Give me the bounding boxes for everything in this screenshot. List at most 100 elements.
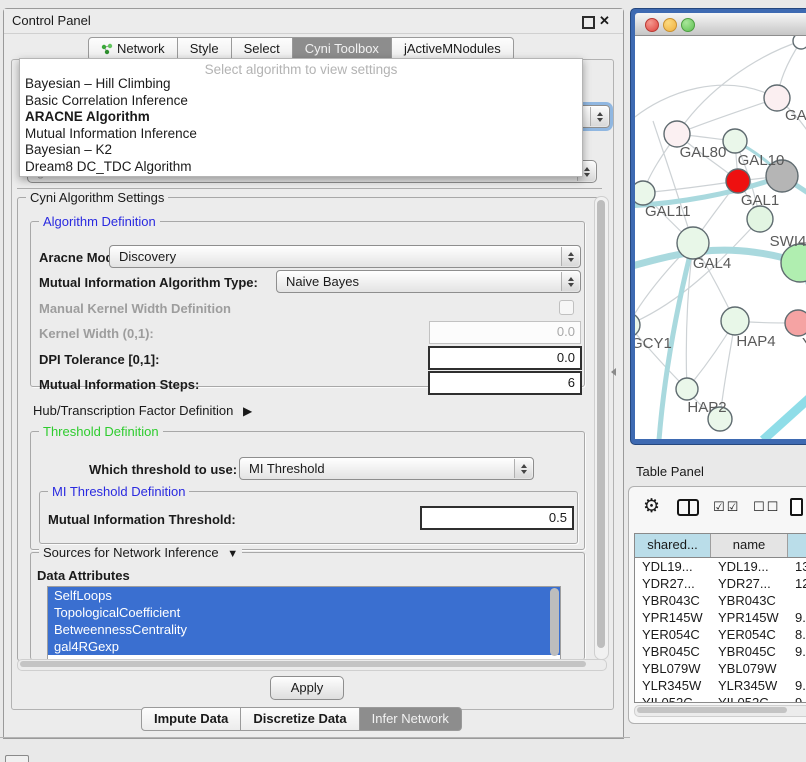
control-panel-titlebar[interactable]: Control Panel ✕: [4, 9, 623, 34]
dropdown-item[interactable]: Dream8 DC_TDC Algorithm: [20, 159, 582, 176]
which-threshold-label: Which threshold to use:: [89, 462, 237, 477]
threshold-definition-caption: Threshold Definition: [39, 424, 163, 439]
panel-resize-arrow[interactable]: [611, 368, 616, 376]
table-row[interactable]: YER054CYER054C8.: [635, 626, 806, 643]
close-icon[interactable]: ✕: [599, 13, 610, 29]
table-row[interactable]: YPR145WYPR145W9.: [635, 609, 806, 626]
list-item[interactable]: TopologicalCoefficient: [48, 604, 560, 621]
table-row[interactable]: YBR045CYBR045C9.: [635, 643, 806, 660]
unchecked-columns-icon[interactable]: ☐☐: [753, 500, 780, 515]
node-gal11[interactable]: [635, 181, 655, 205]
column-header-name[interactable]: name: [711, 534, 788, 557]
desktop: Control Panel ✕ Network Style Select Cyn…: [0, 0, 806, 762]
tab-infer-network[interactable]: Infer Network: [360, 707, 462, 731]
tab-jactivemnodules-label: jActiveMNodules: [404, 41, 501, 56]
sources-group: Sources for Network Inference ▼ Data Att…: [30, 552, 585, 660]
tab-impute-data[interactable]: Impute Data: [141, 707, 241, 731]
list-item[interactable]: gal4RGexp: [48, 638, 560, 655]
node-swi4[interactable]: [747, 206, 773, 232]
data-attributes-list[interactable]: SelfLoops TopologicalCoefficient Between…: [47, 586, 561, 660]
bottom-tabs: Impute Data Discretize Data Infer Networ…: [141, 707, 462, 731]
table-row[interactable]: YBL079WYBL079W: [635, 660, 806, 677]
tab-style-label: Style: [190, 41, 219, 56]
dropdown-item[interactable]: Basic Correlation Inference: [20, 93, 582, 110]
label-gal4: GAL4: [693, 255, 731, 272]
kernel-width-field[interactable]: 0.0: [429, 321, 581, 344]
expand-right-icon: ▶: [237, 404, 252, 418]
network-window-titlebar[interactable]: [635, 13, 806, 36]
table-row[interactable]: YLR345WYLR345W9.: [635, 677, 806, 694]
table-panel: ⚙ ☑☑ ☐☐ shared... name A YDL19...YDL19..…: [628, 486, 806, 724]
close-traffic-icon[interactable]: [645, 18, 659, 32]
gear-icon[interactable]: ⚙: [643, 495, 660, 517]
threshold-definition-group: Threshold Definition Which threshold to …: [30, 431, 585, 550]
aracne-mode-value: Discovery: [119, 249, 176, 264]
sources-caption[interactable]: Sources for Network Inference ▼: [39, 545, 242, 560]
column-header-shared-name[interactable]: shared...: [635, 534, 711, 557]
which-threshold-combo[interactable]: MI Threshold: [239, 457, 534, 480]
table-row[interactable]: YIL052CYIL052C9.: [635, 694, 806, 703]
manual-kernel-label: Manual Kernel Width Definition: [39, 301, 231, 316]
mi-type-combo[interactable]: Naive Bayes: [276, 270, 581, 293]
cyni-settings-caption: Cyni Algorithm Settings: [26, 190, 168, 205]
tab-discretize-data[interactable]: Discretize Data: [241, 707, 359, 731]
label-gal10: GAL10: [738, 152, 785, 169]
mi-threshold-group: MI Threshold Definition Mutual Informati…: [39, 491, 578, 544]
list-scrollbar[interactable]: [550, 588, 559, 656]
label-y: Y: [802, 335, 806, 352]
table-row[interactable]: YBR043CYBR043C: [635, 592, 806, 609]
mi-threshold-label: Mutual Information Threshold:: [48, 512, 236, 527]
apply-button-label: Apply: [291, 680, 324, 695]
cyni-algorithm-settings-group: Cyni Algorithm Settings Algorithm Defini…: [17, 197, 599, 661]
list-item[interactable]: BetweennessCentrality: [48, 621, 560, 638]
float-window-icon[interactable]: [582, 16, 595, 29]
aracne-mode-combo[interactable]: Discovery: [109, 245, 581, 268]
tab-network-label: Network: [117, 41, 165, 56]
zoom-traffic-icon[interactable]: [681, 18, 695, 32]
kernel-width-label: Kernel Width (0,1):: [39, 326, 154, 341]
label-gal80: GAL80: [680, 144, 727, 161]
node-hap2[interactable]: [676, 378, 698, 400]
dpi-tolerance-field[interactable]: 0.0: [428, 346, 582, 370]
node-gal1[interactable]: [726, 169, 750, 193]
group-divider: [17, 188, 602, 189]
node-gcy1[interactable]: [635, 313, 640, 337]
combo-stepper-icon: [514, 459, 532, 478]
mi-steps-field[interactable]: 6: [428, 371, 582, 395]
table-hscrollbar[interactable]: [634, 705, 806, 717]
dropdown-item[interactable]: Bayesian – Hill Climbing: [20, 76, 582, 93]
dropdown-item-selected[interactable]: ARACNE Algorithm: [20, 109, 582, 126]
mi-threshold-field[interactable]: 0.5: [420, 506, 574, 530]
list-item[interactable]: SelfLoops: [48, 587, 560, 604]
tab-select-label: Select: [244, 41, 280, 56]
new-table-icon[interactable]: [790, 498, 803, 516]
apply-button[interactable]: Apply: [270, 676, 344, 700]
bottom-divider: [0, 737, 630, 738]
network-view-window: GAL GAL80 GAL10 GAL1 GAL11 SWI4 GAL4 GCY…: [630, 8, 806, 445]
node-hap4[interactable]: [721, 307, 749, 335]
label-swi4: SWI4: [770, 233, 806, 250]
minimize-traffic-icon[interactable]: [663, 18, 677, 32]
network-icon: [101, 43, 113, 55]
control-panel-window: Control Panel ✕ Network Style Select Cyn…: [3, 8, 624, 739]
hub-definition-toggle[interactable]: Hub/Transcription Factor Definition ▶: [33, 403, 252, 418]
split-columns-icon[interactable]: [677, 499, 699, 516]
dropdown-item[interactable]: Mutual Information Inference: [20, 126, 582, 143]
node-pink[interactable]: [785, 310, 806, 336]
mi-type-value: Naive Bayes: [286, 274, 359, 289]
node-partial-top[interactable]: [793, 36, 806, 49]
table-row[interactable]: YDL19...YDL19...13: [635, 558, 806, 575]
table-row[interactable]: YDR27...YDR27...12: [635, 575, 806, 592]
partial-toolbar-button[interactable]: [5, 755, 29, 762]
settings-hscrollbar[interactable]: [17, 659, 607, 671]
label-gal: GAL: [785, 107, 806, 124]
combo-stepper-icon: [561, 247, 579, 266]
manual-kernel-checkbox[interactable]: [559, 300, 574, 315]
node-gal10[interactable]: [723, 129, 747, 153]
checked-columns-icon[interactable]: ☑☑: [713, 500, 740, 515]
network-canvas[interactable]: GAL GAL80 GAL10 GAL1 GAL11 SWI4 GAL4 GCY…: [635, 36, 806, 439]
column-header-third[interactable]: A: [788, 534, 806, 557]
algorithm-definition-caption: Algorithm Definition: [39, 214, 160, 229]
dropdown-item[interactable]: Bayesian – K2: [20, 142, 582, 159]
settings-vscrollbar[interactable]: [594, 196, 609, 660]
